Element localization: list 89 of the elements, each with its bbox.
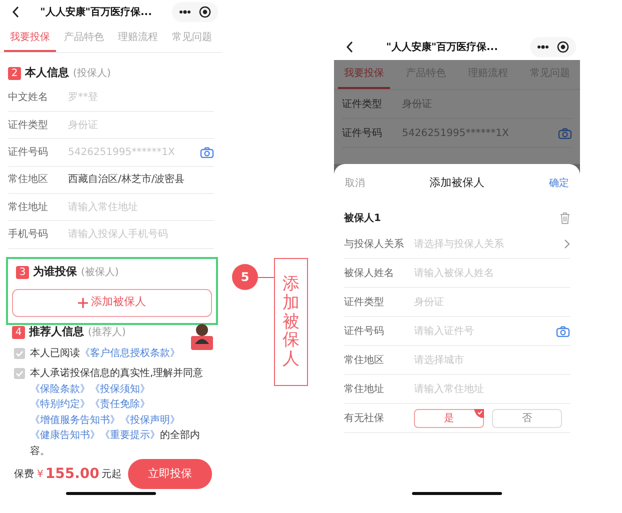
currency-symbol: ¥ <box>37 468 44 482</box>
field-label: 证件号码 <box>8 146 49 160</box>
field-label: 手机号码 <box>8 228 49 242</box>
input-field[interactable]: 身份证 <box>414 294 570 310</box>
input-field[interactable]: 罗**登 <box>68 90 214 106</box>
field-label: 常住地区 <box>344 354 385 368</box>
agreement-text: 本人已阅读《客户信息授权条款》 <box>30 346 180 361</box>
input-field[interactable]: 身份证 <box>68 118 214 133</box>
step-number: 4 <box>12 326 25 340</box>
tab[interactable]: 我要投保 <box>4 24 56 52</box>
document-link[interactable]: 《投保声明》 <box>120 414 180 426</box>
capsule-menu[interactable] <box>530 37 576 57</box>
home-indicator[interactable] <box>66 492 156 496</box>
checkbox[interactable] <box>14 348 25 359</box>
document-link[interactable]: 《客户信息授权条款》 <box>80 348 180 359</box>
cancel-button[interactable]: 取消 <box>344 174 366 192</box>
tab[interactable]: 常见问题 <box>166 24 218 52</box>
option-button[interactable]: 否 <box>492 408 562 428</box>
advisor-avatar-icon <box>190 322 214 350</box>
page-title: "人人安康"百万医疗保... <box>385 40 499 54</box>
document-link[interactable]: 《增值服务告知书》 <box>30 414 120 426</box>
insured-title: 被保人1 <box>344 212 381 226</box>
field-label: 证件类型 <box>342 98 383 112</box>
step-number: 2 <box>8 66 21 80</box>
input-field[interactable]: 请输入常住地址 <box>68 200 214 215</box>
leader-line <box>258 277 274 278</box>
camera-icon[interactable] <box>556 326 570 336</box>
back-icon[interactable] <box>346 41 354 53</box>
more-icon[interactable] <box>179 10 191 14</box>
document-link[interactable]: 《投保须知》 <box>90 384 150 395</box>
field-label: 常住地区 <box>8 172 49 188</box>
check-icon <box>474 408 484 418</box>
tab[interactable]: 我要投保 <box>338 60 390 89</box>
field-label: 证件类型 <box>8 118 49 133</box>
document-link[interactable]: 《特别约定》 <box>30 399 90 410</box>
step-number: 3 <box>16 266 29 279</box>
field-label: 与投保人关系 <box>344 238 405 252</box>
plus-icon <box>78 298 88 308</box>
field-label: 证件号码 <box>344 324 385 338</box>
sheet-title: 添加被保人 <box>430 174 484 191</box>
document-link[interactable]: 《责任免除》 <box>90 399 150 410</box>
close-target-icon[interactable] <box>199 6 211 18</box>
document-link[interactable]: 《重要提示》 <box>100 430 160 442</box>
premium-label: 保费 <box>14 468 34 482</box>
agreement-text: 本人承诺投保信息的真实性,理解并同意 《保险条款》《投保须知》 《特别约定》《责任免除》 《增值服务告知书》《投保声明》 《健康告知书》《重要提示》的全部内容。 <box>30 366 204 459</box>
field-label: 证件号码 <box>342 126 383 140</box>
option-button[interactable]: 是 <box>414 408 484 428</box>
tab[interactable]: 理赔流程 <box>112 24 164 52</box>
back-icon[interactable] <box>12 6 20 18</box>
submit-button[interactable]: 立即投保 <box>128 459 212 490</box>
input-field[interactable]: 请选择与投保人关系 <box>414 236 564 252</box>
input-field[interactable]: 5426251995******1X <box>402 126 558 140</box>
confirm-button[interactable]: 确定 <box>548 174 570 192</box>
section-title: 为谁投保 <box>33 264 77 280</box>
close-target-icon[interactable] <box>557 41 569 53</box>
field-label: 常住地址 <box>8 200 49 215</box>
annotation-label: 添加被保人 <box>282 275 300 369</box>
input-field[interactable]: 请输入常住地址 <box>414 382 570 396</box>
field-label: 常住地址 <box>344 382 385 396</box>
premium-amount: 155.00 <box>45 464 100 484</box>
camera-icon[interactable] <box>200 146 214 158</box>
input-field[interactable]: 请输入投保人手机号码 <box>68 226 214 242</box>
section-subtitle: (被保人) <box>81 266 119 280</box>
field-label: 有无社保 <box>344 412 385 426</box>
page-title: "人人安康"百万医疗保... <box>39 5 153 20</box>
add-insured-button[interactable]: 添加被保人 <box>12 288 212 316</box>
field-value[interactable]: 西藏自治区/林芝市/波密县 <box>68 172 214 188</box>
section-title: 本人信息 <box>25 65 69 82</box>
step-badge: 5 <box>232 264 258 290</box>
more-icon[interactable] <box>537 45 549 49</box>
section-title: 推荐人信息 <box>29 324 84 340</box>
input-field[interactable]: 5426251995******1X <box>68 144 200 160</box>
checkbox[interactable] <box>14 368 25 380</box>
section-subtitle: (推荐人) <box>88 326 126 340</box>
input-field[interactable]: 请选择城市 <box>414 352 570 368</box>
section-subtitle: (投保人) <box>73 66 111 81</box>
field-label: 证件类型 <box>344 296 385 310</box>
chevron-right-icon[interactable] <box>564 239 570 249</box>
camera-icon[interactable] <box>558 128 572 138</box>
input-field[interactable]: 请输入被保人姓名 <box>414 266 570 280</box>
capsule-menu[interactable] <box>172 2 218 22</box>
document-link[interactable]: 《保险条款》 <box>30 384 90 395</box>
input-field[interactable]: 请输入证件号 <box>414 324 556 338</box>
field-label: 中文姓名 <box>8 90 49 106</box>
document-link[interactable]: 《健康告知书》 <box>30 430 100 442</box>
price-unit: 元起 <box>101 468 122 482</box>
field-label: 被保人姓名 <box>344 266 395 280</box>
input-field[interactable]: 身份证 <box>402 96 572 112</box>
tab[interactable]: 产品特色 <box>58 24 110 52</box>
